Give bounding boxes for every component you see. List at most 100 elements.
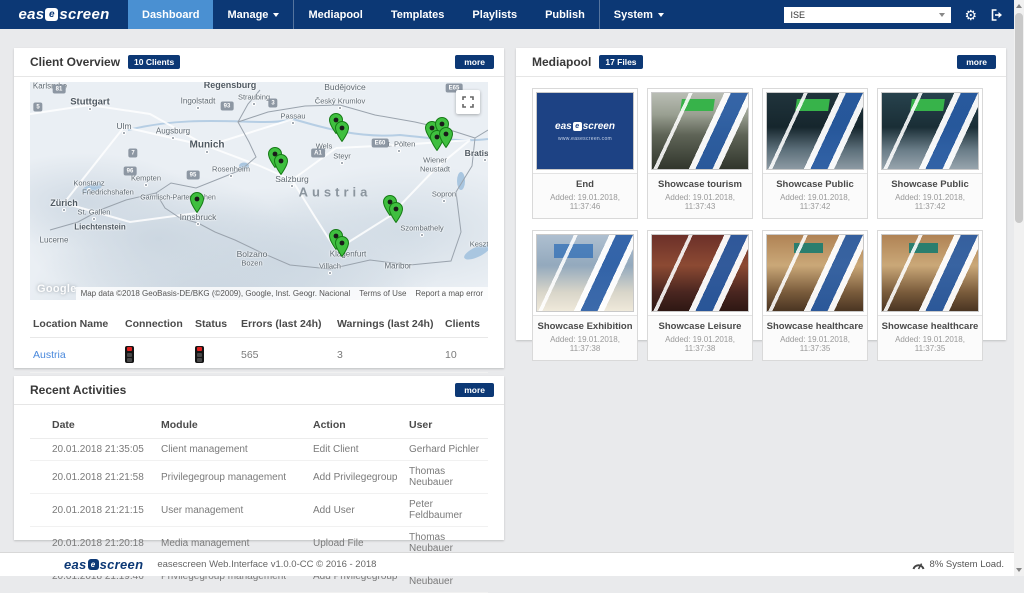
cell: Client management	[158, 439, 310, 461]
media-card[interactable]: Showcase PublicAdded: 19.01.2018, 11:37:…	[877, 88, 983, 219]
map-city-label: Stuttgart	[70, 97, 110, 108]
status-cell	[192, 338, 238, 373]
map-city-label: Steyr	[333, 152, 351, 161]
table-row: 20.01.2018 21:35:05Client managementEdit…	[30, 439, 488, 461]
thumbnail-overlay	[882, 93, 978, 169]
map-city-dot	[340, 161, 344, 165]
map-marker-pin-icon[interactable]	[335, 121, 349, 147]
logo-mark-icon: e	[88, 559, 99, 570]
media-card-label: Showcase ExhibitionAdded: 19.01.2018, 11…	[533, 315, 637, 360]
nav-item-manage[interactable]: Manage	[213, 0, 293, 29]
terms-of-use-link[interactable]: Terms of Use	[359, 289, 406, 298]
client-search-select[interactable]: ISE	[784, 7, 951, 23]
settings-button[interactable]: ⚙	[964, 8, 977, 22]
gear-icon: ⚙	[964, 8, 977, 22]
media-added-date: Added: 19.01.2018, 11:37:46	[535, 193, 635, 211]
easescreen-logo: easescreen	[555, 121, 615, 132]
media-added-date: Added: 19.01.2018, 11:37:42	[880, 193, 980, 211]
map-fullscreen-button[interactable]	[456, 90, 480, 114]
media-title: Showcase Leisure	[650, 321, 750, 332]
map-city-dot	[291, 121, 295, 125]
media-grid: easescreenwww.easescreen.comEndAdded: 19…	[532, 88, 994, 361]
map-city-dot	[196, 222, 200, 226]
nav-item-mediapool[interactable]: Mediapool	[294, 0, 376, 29]
media-card[interactable]: Showcase LeisureAdded: 19.01.2018, 11:37…	[647, 230, 753, 361]
map-city-label: Austria	[299, 185, 372, 200]
logo-mark-icon: e	[45, 8, 58, 21]
search-select-value: ISE	[790, 10, 805, 20]
fullscreen-icon	[462, 96, 474, 108]
map-marker-pin-icon[interactable]	[439, 127, 453, 153]
nav-item-playlists[interactable]: Playlists	[458, 0, 531, 29]
media-thumbnail	[766, 92, 864, 170]
media-card-label: Showcase PublicAdded: 19.01.2018, 11:37:…	[878, 173, 982, 218]
map-marker-pin-icon[interactable]	[274, 154, 288, 180]
column-header: Connection	[122, 311, 192, 338]
location-link[interactable]: Austria	[33, 349, 66, 361]
nav-item-publish[interactable]: Publish	[531, 0, 599, 29]
map-city-label: Sopron	[432, 190, 456, 199]
clients-map[interactable]: KarlsruheStuttgartRegensburgStraubingBud…	[30, 82, 488, 300]
map-city-label: Konstanz	[73, 179, 104, 188]
road-shield: 95	[187, 171, 200, 180]
client-overview-more-button[interactable]: more	[455, 55, 494, 69]
scrollbar-up-button[interactable]	[1014, 0, 1024, 12]
recent-activities-more-button[interactable]: more	[455, 383, 494, 397]
thumbnail-overlay	[652, 235, 748, 311]
column-header: Status	[192, 311, 238, 338]
media-card[interactable]: Showcase PublicAdded: 19.01.2018, 11:37:…	[762, 88, 868, 219]
road-shield: E60	[372, 139, 389, 148]
easescreen-logo: easescreen	[18, 6, 109, 23]
table-row: Austria565310	[30, 338, 488, 373]
nav-item-dashboard[interactable]: Dashboard	[128, 0, 213, 29]
media-title: End	[535, 179, 635, 190]
media-card[interactable]: Showcase healthcareAdded: 19.01.2018, 11…	[877, 230, 983, 361]
map-city-dot	[122, 131, 126, 135]
logout-button[interactable]	[990, 8, 1004, 22]
media-title: Showcase tourism	[650, 179, 750, 190]
media-card[interactable]: easescreenwww.easescreen.comEndAdded: 19…	[532, 88, 638, 219]
nav-item-label: Playlists	[472, 9, 517, 21]
nav-item-label: Templates	[391, 9, 445, 21]
map-city-label: St. Gallen	[78, 208, 111, 217]
nav-item-system[interactable]: System	[600, 0, 678, 29]
cell: User management	[158, 494, 310, 527]
mediapool-panel: Mediapool 17 Files more easescreenwww.ea…	[516, 48, 1006, 340]
gauge-icon	[912, 559, 925, 570]
media-card[interactable]: Showcase ExhibitionAdded: 19.01.2018, 11…	[532, 230, 638, 361]
media-card-label: Showcase tourismAdded: 19.01.2018, 11:37…	[648, 173, 752, 218]
media-title: Showcase healthcare	[880, 321, 980, 332]
map-marker-pin-icon[interactable]	[389, 202, 403, 228]
map-marker-pin-icon[interactable]	[190, 192, 204, 218]
media-card-label: Showcase PublicAdded: 19.01.2018, 11:37:…	[763, 173, 867, 218]
media-card[interactable]: Showcase tourismAdded: 19.01.2018, 11:37…	[647, 88, 753, 219]
map-city-label: Straubing	[238, 93, 270, 102]
mediapool-more-button[interactable]: more	[957, 55, 996, 69]
nav-item-label: Dashboard	[142, 9, 199, 21]
map-city-dot	[420, 233, 424, 237]
map-city-label: Rosenheim	[212, 165, 250, 174]
thumbnail-overlay	[537, 235, 633, 311]
media-added-date: Added: 19.01.2018, 11:37:38	[535, 335, 635, 353]
nav-item-templates[interactable]: Templates	[377, 0, 459, 29]
road-shield: A1	[311, 149, 325, 158]
google-logo[interactable]: Google	[37, 283, 77, 295]
map-marker-pin-icon[interactable]	[335, 236, 349, 262]
client-locations-table: Location NameConnectionStatusErrors (las…	[30, 311, 488, 373]
thumbnail-overlay	[767, 93, 863, 169]
media-card-label: Showcase healthcareAdded: 19.01.2018, 11…	[763, 315, 867, 360]
map-city-label: Regensburg	[204, 82, 257, 90]
media-thumbnail	[881, 92, 979, 170]
media-card-label: Showcase healthcareAdded: 19.01.2018, 11…	[878, 315, 982, 360]
page-scrollbar[interactable]	[1014, 0, 1024, 576]
road-shield: 5	[33, 103, 42, 112]
report-map-error-link[interactable]: Report a map error	[415, 289, 483, 298]
scrollbar-down-button[interactable]	[1014, 564, 1024, 576]
media-card[interactable]: Showcase healthcareAdded: 19.01.2018, 11…	[762, 230, 868, 361]
table-row: 20.01.2018 21:21:58Privilegegroup manage…	[30, 461, 488, 494]
map-city-label: Budějovice	[324, 82, 366, 92]
scrollbar-thumb[interactable]	[1015, 13, 1023, 223]
brand[interactable]: easescreen	[0, 0, 128, 29]
media-title: Showcase healthcare	[765, 321, 865, 332]
map-city-dot	[338, 106, 342, 110]
